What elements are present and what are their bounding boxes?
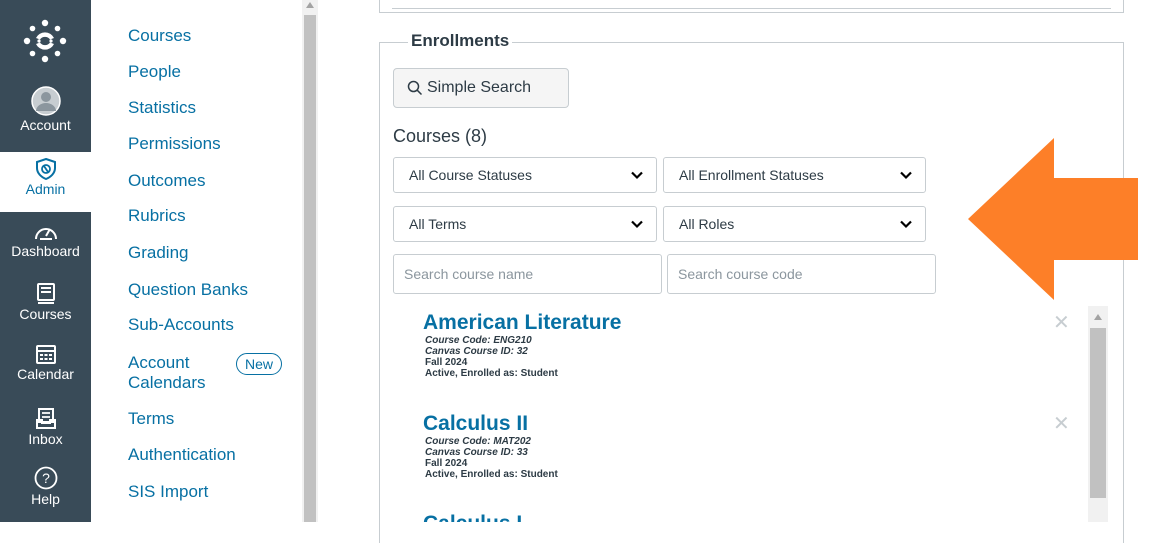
canvas-logo-icon[interactable] xyxy=(22,18,68,64)
search-course-name-placeholder: Search course name xyxy=(404,266,534,282)
subnav-scrollbar[interactable] xyxy=(302,0,318,522)
subnav-account-calendars[interactable]: Account Calendars xyxy=(128,353,206,393)
global-nav-inbox[interactable]: Inbox xyxy=(0,408,91,447)
remove-course-close-icon[interactable]: ✕ xyxy=(1053,313,1070,333)
scroll-up-arrow-icon[interactable] xyxy=(306,2,314,8)
search-course-code-input[interactable]: Search course code xyxy=(667,254,936,294)
course-term: Fall 2024 xyxy=(425,357,468,368)
scrollbar-thumb[interactable] xyxy=(304,15,316,522)
new-badge: New xyxy=(236,353,283,375)
list-item: Calculus II Course Code: MAT202 Canvas C… xyxy=(423,412,558,480)
dashboard-icon xyxy=(34,228,57,240)
course-enrollment-status: Active, Enrolled as: Student xyxy=(425,368,558,379)
search-course-code-placeholder: Search course code xyxy=(678,266,803,282)
subnav-grading[interactable]: Grading xyxy=(128,243,188,263)
simple-search-button[interactable]: Simple Search xyxy=(393,68,569,108)
subnav-sis-import[interactable]: SIS Import xyxy=(128,482,208,502)
course-title-link[interactable]: Calculus I xyxy=(423,512,522,522)
canvas-course-id: Canvas Course ID: 33 xyxy=(425,447,528,458)
global-nav-calendar[interactable]: Calendar xyxy=(0,343,91,382)
courses-heading: Courses (8) xyxy=(393,126,488,146)
subnav-outcomes[interactable]: Outcomes xyxy=(128,171,205,191)
inbox-icon xyxy=(35,408,56,429)
global-nav-inbox-label: Inbox xyxy=(28,431,63,447)
subnav-terms[interactable]: Terms xyxy=(128,409,174,429)
course-title-link[interactable]: American Literature xyxy=(423,311,621,335)
subnav-next-item-partial[interactable] xyxy=(128,514,156,522)
subnav-people[interactable]: People xyxy=(128,62,181,82)
admin-shield-icon xyxy=(35,158,56,180)
global-nav-admin[interactable]: Admin xyxy=(0,152,91,212)
subnav-account-calendars-line1: Account xyxy=(128,353,190,372)
help-icon: ? xyxy=(34,466,57,490)
account-sub-navigation: Courses People Statistics Permissions Ou… xyxy=(91,0,301,522)
courses-book-icon xyxy=(36,283,55,304)
global-nav-account[interactable]: Account xyxy=(0,86,91,133)
global-nav-calendar-label: Calendar xyxy=(17,366,74,382)
course-enrollment-status: Active, Enrolled as: Student xyxy=(425,469,558,480)
subnav-sub-accounts[interactable]: Sub-Accounts xyxy=(128,315,234,335)
subnav-account-calendars-line2: Calendars xyxy=(128,373,206,392)
account-avatar-icon xyxy=(30,86,61,116)
orange-arrow-annotation xyxy=(968,138,1138,300)
chevron-down-icon xyxy=(900,220,912,229)
global-nav-help[interactable]: ? Help xyxy=(0,466,91,507)
subnav-permissions[interactable]: Permissions xyxy=(128,134,221,154)
chevron-down-icon xyxy=(900,171,912,180)
subnav-authentication[interactable]: Authentication xyxy=(128,445,236,465)
enrollments-legend: Enrollments xyxy=(408,31,513,51)
calendar-icon xyxy=(35,345,56,364)
chevron-down-icon xyxy=(631,171,643,180)
list-item: American Literature Course Code: ENG210 … xyxy=(423,311,621,379)
search-course-name-input[interactable]: Search course name xyxy=(393,254,662,294)
enrollment-status-select[interactable]: All Enrollment Statuses xyxy=(663,157,926,193)
previous-fieldset-bottom xyxy=(379,0,1124,13)
role-select[interactable]: All Roles xyxy=(663,206,926,242)
global-nav-courses-label: Courses xyxy=(19,306,72,322)
simple-search-label: Simple Search xyxy=(427,79,532,96)
svg-text:?: ? xyxy=(42,470,50,486)
role-value: All Roles xyxy=(679,216,735,232)
search-icon xyxy=(407,80,423,96)
term-value: All Terms xyxy=(409,216,467,232)
course-list-scrollbar[interactable] xyxy=(1088,306,1108,522)
course-code: Course Code: ENG210 xyxy=(425,335,532,346)
global-nav-courses[interactable]: Courses xyxy=(0,283,91,322)
global-nav-dashboard[interactable]: Dashboard xyxy=(0,222,91,259)
course-status-select[interactable]: All Course Statuses xyxy=(393,157,657,193)
subnav-rubrics[interactable]: Rubrics xyxy=(128,206,186,226)
term-select[interactable]: All Terms xyxy=(393,206,657,242)
scroll-up-arrow-icon[interactable] xyxy=(1094,314,1102,320)
course-code: Course Code: MAT202 xyxy=(425,436,531,447)
global-nav-account-label: Account xyxy=(20,117,71,133)
scrollbar-thumb[interactable] xyxy=(1090,328,1106,498)
course-title-link[interactable]: Calculus II xyxy=(423,412,558,436)
global-navigation: Account Admin Dashboard Courses Calendar xyxy=(0,0,91,522)
subnav-statistics[interactable]: Statistics xyxy=(128,98,196,118)
global-nav-dashboard-label: Dashboard xyxy=(11,243,80,259)
global-nav-admin-label: Admin xyxy=(25,181,66,197)
remove-course-close-icon[interactable]: ✕ xyxy=(1053,414,1070,434)
course-term: Fall 2024 xyxy=(425,458,468,469)
enrollment-status-value: All Enrollment Statuses xyxy=(679,167,824,183)
chevron-down-icon xyxy=(631,220,643,229)
subnav-courses[interactable]: Courses xyxy=(128,26,191,46)
canvas-course-id: Canvas Course ID: 32 xyxy=(425,346,528,357)
list-item: Calculus I xyxy=(423,512,522,522)
subnav-question-banks[interactable]: Question Banks xyxy=(128,280,248,300)
course-status-value: All Course Statuses xyxy=(409,167,532,183)
global-nav-help-label: Help xyxy=(31,491,60,507)
